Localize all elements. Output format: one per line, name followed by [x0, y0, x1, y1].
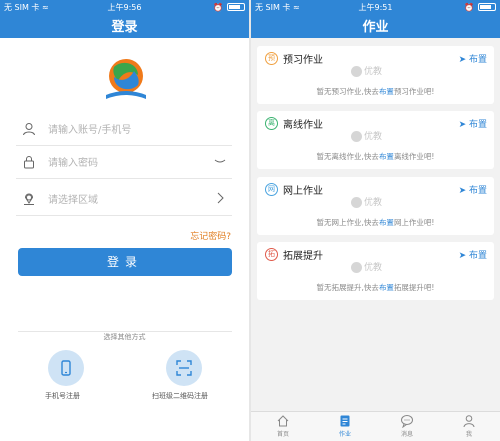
extension-badge: 拓: [265, 248, 278, 261]
card-title: 预习作业: [283, 55, 323, 66]
send-icon: ➤: [458, 120, 467, 130]
send-icon: ➤: [458, 55, 467, 65]
other-methods-label: 选择其他方式: [0, 332, 249, 342]
status-time: 上午9:56: [107, 3, 142, 12]
phone-icon: [61, 360, 71, 376]
watermark-icon: [351, 131, 362, 142]
battery-icon: [478, 3, 496, 11]
assign-button[interactable]: ➤ 布置: [459, 52, 487, 65]
home-icon: [277, 415, 289, 427]
login-screen: 无 SIM 卡 ≈ 上午9:56 ⏰ 登录 请输入账号/手机号 请输入密码 请选…: [0, 0, 249, 441]
assign-button[interactable]: ➤ 布置: [459, 117, 487, 130]
tab-profile[interactable]: 我: [449, 414, 489, 438]
watermark: 优教: [351, 195, 382, 208]
account-field[interactable]: 请输入账号/手机号: [16, 110, 232, 146]
watermark: 优教: [351, 260, 382, 273]
tab-label: 我: [465, 431, 472, 438]
password-field[interactable]: 请输入密码: [16, 143, 232, 179]
preview-badge: 预: [265, 52, 278, 65]
message-icon: [401, 415, 413, 428]
assign-button[interactable]: ➤ 布置: [459, 183, 487, 196]
card-title: 拓展提升: [283, 251, 323, 262]
homework-icon: [340, 415, 350, 427]
chevron-right-icon: [217, 192, 224, 204]
location-icon: [24, 193, 34, 205]
assign-link[interactable]: 布置: [379, 87, 394, 96]
empty-message: 暂无离线作业,快去布置离线作业吧!: [316, 152, 435, 161]
assign-button[interactable]: ➤ 布置: [459, 248, 487, 261]
card-title: 网上作业: [283, 186, 323, 197]
homework-screen: 无 SIM 卡 ≈ 上午9:51 ⏰ 作业 预 预习作业 ➤ 布置 优教 暂无预…: [251, 0, 500, 441]
qr-register-button[interactable]: [166, 350, 202, 386]
page-title: 登录: [111, 20, 138, 35]
qr-register-label[interactable]: 扫班级二维码注册: [152, 391, 208, 401]
alarm-icon: ⏰: [213, 3, 223, 12]
profile-icon: [463, 415, 475, 428]
send-icon: ➤: [458, 186, 467, 196]
page-title: 作业: [362, 20, 389, 35]
assign-link[interactable]: 布置: [379, 152, 394, 161]
eye-closed-icon[interactable]: [214, 155, 226, 167]
tab-messages[interactable]: 消息: [387, 414, 427, 438]
homework-header: 无 SIM 卡 ≈ 上午9:51 ⏰ 作业: [251, 0, 500, 38]
app-logo: [106, 59, 146, 99]
homework-card-extension: 拓 拓展提升 ➤ 布置 优教 暂无拓展提升,快去布置拓展提升吧!: [257, 242, 494, 300]
login-header: 无 SIM 卡 ≈ 上午9:56 ⏰ 登录: [0, 0, 249, 38]
homework-card-preview: 预 预习作业 ➤ 布置 优教 暂无预习作业,快去布置预习作业吧!: [257, 46, 494, 104]
status-bar: 无 SIM 卡 ≈ 上午9:51 ⏰: [255, 2, 496, 13]
homework-card-online: 网 网上作业 ➤ 布置 优教 暂无网上作业,快去布置网上作业吧!: [257, 177, 494, 235]
tab-label: 作业: [338, 431, 351, 438]
empty-message: 暂无网上作业,快去布置网上作业吧!: [316, 218, 435, 227]
status-bar: 无 SIM 卡 ≈ 上午9:56 ⏰: [4, 2, 245, 13]
watermark-icon: [351, 262, 362, 273]
tab-label: 首页: [276, 431, 289, 438]
login-button[interactable]: 登录: [18, 248, 232, 276]
account-input[interactable]: 请输入账号/手机号: [48, 121, 131, 136]
watermark: 优教: [351, 64, 382, 77]
homework-card-offline: 离 离线作业 ➤ 布置 优教 暂无离线作业,快去布置离线作业吧!: [257, 111, 494, 169]
user-icon: [23, 123, 35, 136]
tab-homework[interactable]: 作业: [325, 414, 365, 438]
online-badge: 网: [265, 183, 278, 196]
watermark-icon: [351, 197, 362, 208]
assign-link[interactable]: 布置: [379, 283, 394, 292]
password-input[interactable]: 请输入密码: [48, 154, 98, 169]
tab-home[interactable]: 首页: [263, 414, 303, 438]
bottom-tab-bar: 首页 作业 消息 我: [251, 411, 500, 441]
status-time: 上午9:51: [358, 3, 393, 12]
watermark: 优教: [351, 129, 382, 142]
region-field[interactable]: 请选择区域: [16, 180, 232, 216]
send-icon: ➤: [458, 251, 467, 261]
qr-scan-icon: [176, 360, 192, 376]
alarm-icon: ⏰: [464, 3, 474, 12]
offline-badge: 离: [265, 117, 278, 130]
card-title: 离线作业: [283, 120, 323, 131]
phone-register-label[interactable]: 手机号注册: [45, 391, 80, 401]
assign-link[interactable]: 布置: [379, 218, 394, 227]
region-select[interactable]: 请选择区域: [48, 191, 98, 206]
empty-message: 暂无预习作业,快去布置预习作业吧!: [316, 87, 435, 96]
forgot-password-link[interactable]: 忘记密码?: [190, 229, 231, 242]
watermark-icon: [351, 66, 362, 77]
phone-register-button[interactable]: [48, 350, 84, 386]
battery-icon: [227, 3, 245, 11]
empty-message: 暂无拓展提升,快去布置拓展提升吧!: [316, 283, 435, 292]
lock-icon: [24, 156, 34, 169]
tab-label: 消息: [400, 431, 413, 438]
